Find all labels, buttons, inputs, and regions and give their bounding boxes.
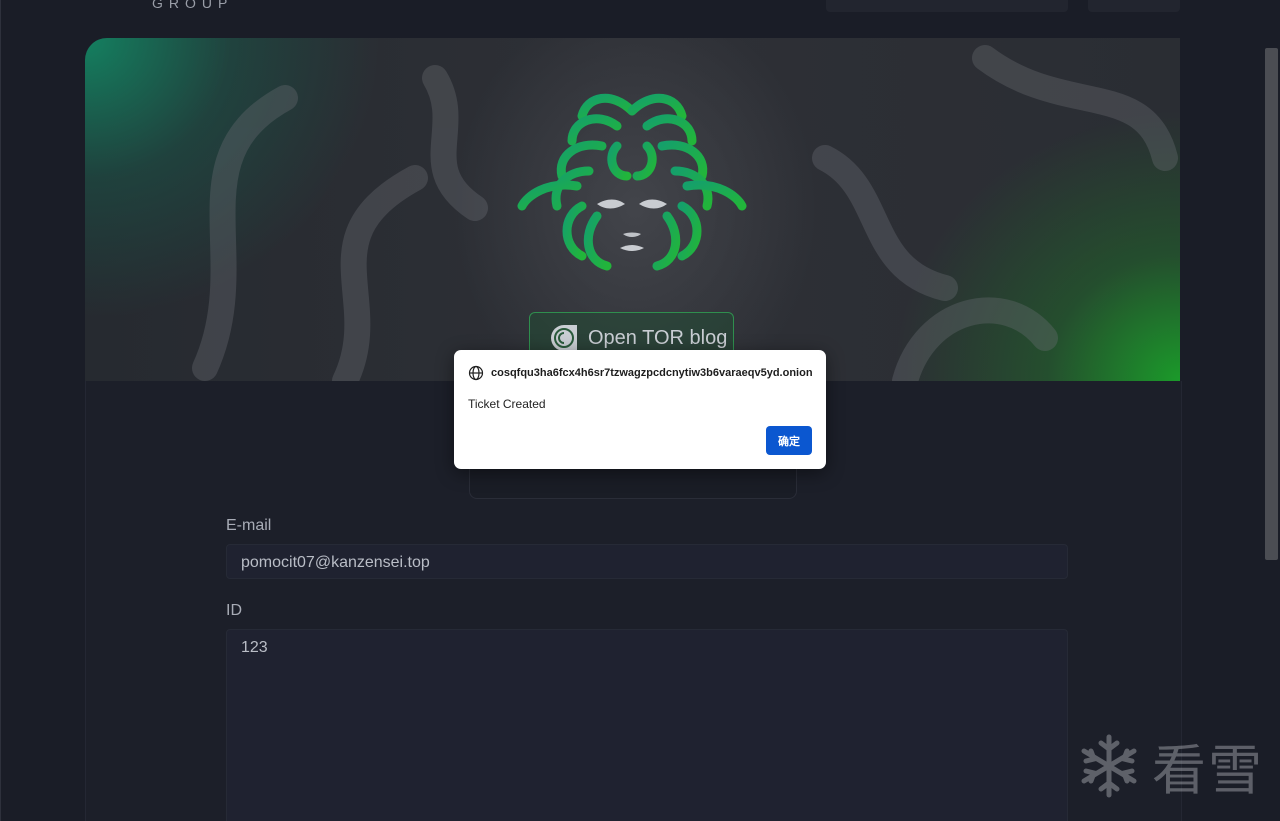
page: GROUP Open TOR blog E-mail pomocit07@kan… [0,0,1280,821]
snowflake-icon [1081,734,1137,797]
tor-button-label: Open TOR blog [588,326,728,349]
globe-icon [468,365,484,381]
id-textarea[interactable]: 123 [226,629,1068,821]
ok-button[interactable]: 确定 [766,426,812,455]
id-label: ID [226,602,242,619]
captcha-field[interactable] [469,468,797,499]
watermark: 看雪 [1076,726,1264,805]
top-nav-button-secondary[interactable] [1088,0,1180,12]
dialog-message: Ticket Created [468,397,546,411]
window-edge [0,0,1,821]
watermark-text: 看雪 [1152,739,1264,802]
top-nav-button[interactable] [826,0,1068,12]
dialog-origin-host: cosqfqu3ha6fcx4h6sr7tzwagzpcdcnytiw3b6va… [491,367,813,379]
scrollbar-thumb[interactable] [1265,48,1278,560]
medusa-logo-icon [517,93,747,271]
email-field[interactable]: pomocit07@kanzensei.top [226,544,1068,579]
brand-text: GROUP [152,0,234,11]
alert-dialog: cosqfqu3ha6fcx4h6sr7tzwagzpcdcnytiw3b6va… [454,350,826,469]
tor-onion-icon [551,325,577,351]
email-label: E-mail [226,517,272,534]
dialog-origin: cosqfqu3ha6fcx4h6sr7tzwagzpcdcnytiw3b6va… [491,367,813,379]
